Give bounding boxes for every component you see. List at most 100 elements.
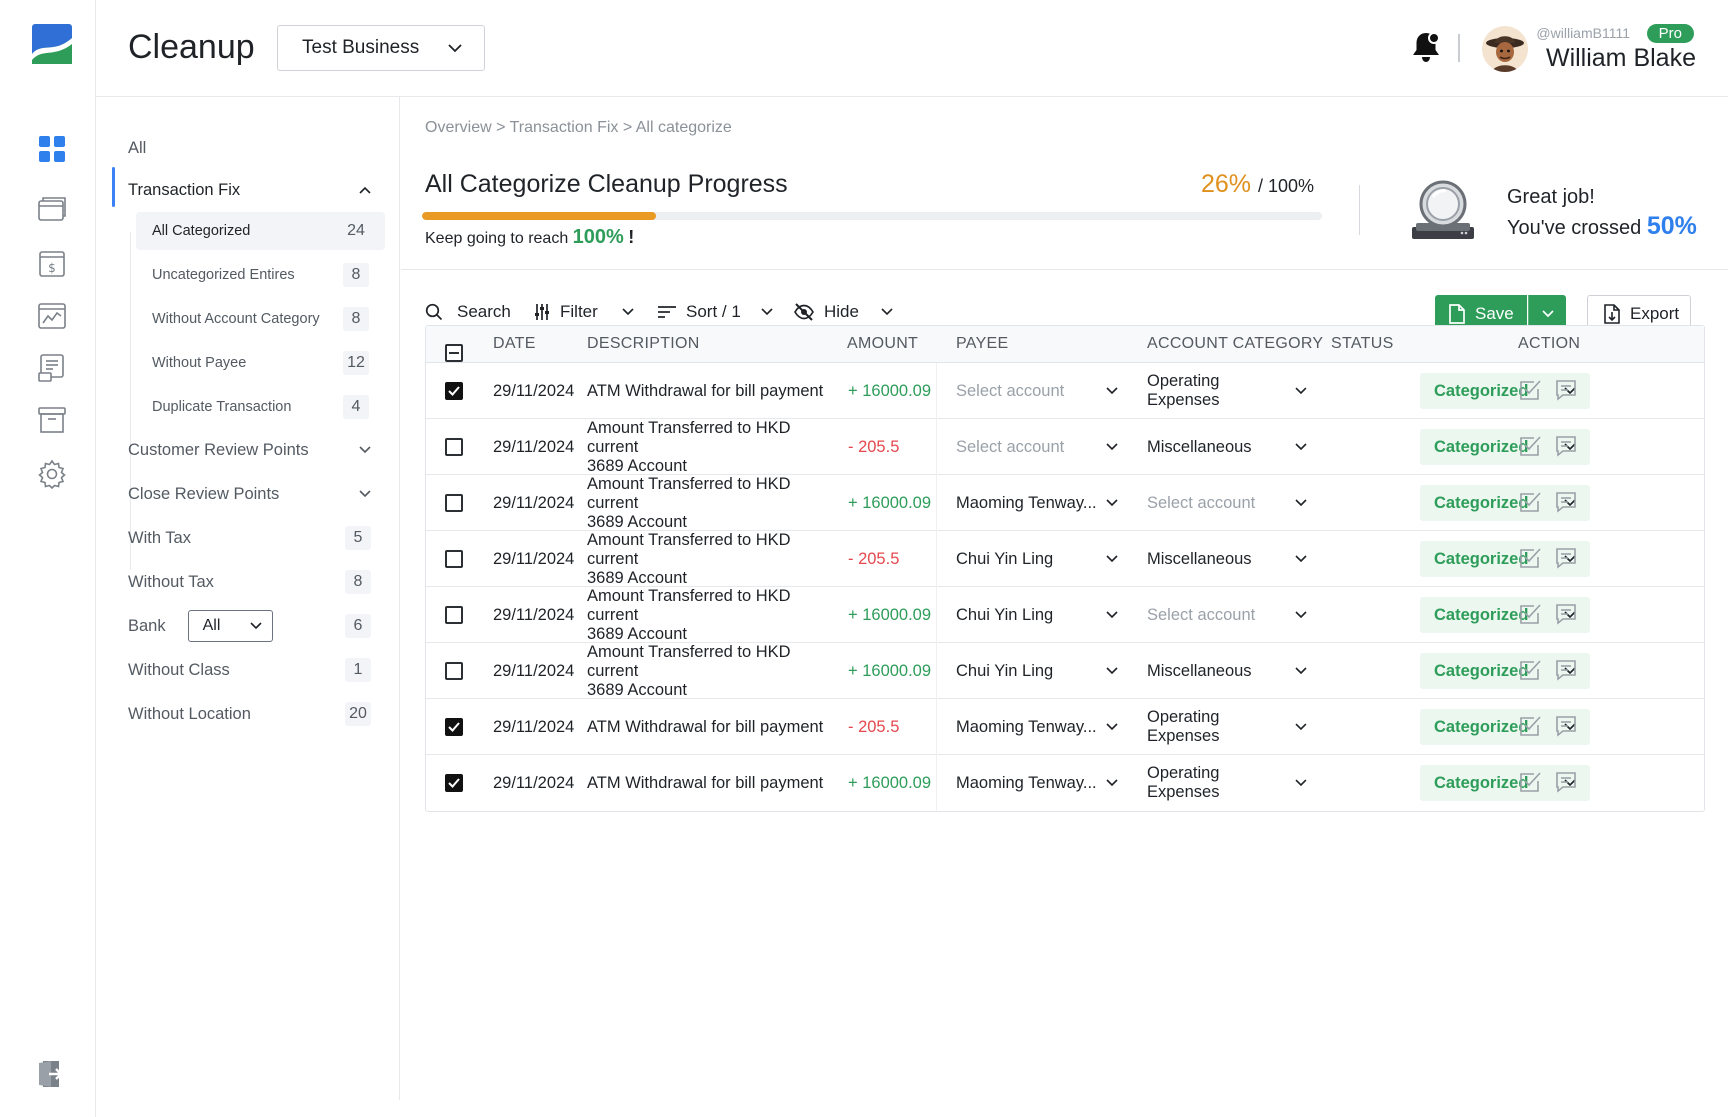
approve-icon[interactable]: [1518, 770, 1542, 794]
column-header-payee[interactable]: PAYEE: [956, 335, 1008, 353]
payee-select[interactable]: Select account: [956, 363, 1118, 419]
account-category-select[interactable]: Operating Expenses: [1147, 755, 1307, 811]
table-row[interactable]: 29/11/2024 ATM Withdrawal for bill payme…: [426, 363, 1704, 419]
comment-icon[interactable]: [1554, 602, 1578, 626]
sub-item-duplicate-transaction[interactable]: Duplicate Transaction 4: [136, 388, 385, 426]
table-row[interactable]: 29/11/2024 Amount Transferred to HKD cur…: [426, 587, 1704, 643]
account-category-select[interactable]: Miscellaneous: [1147, 419, 1307, 475]
payee-select-value: Chui Yin Ling: [956, 605, 1054, 624]
column-header-description[interactable]: DESCRIPTION: [587, 335, 700, 353]
archive-icon[interactable]: [36, 404, 68, 436]
chevron-down-icon: [1541, 310, 1554, 318]
nav-item-without-tax[interactable]: Without Tax 8: [128, 565, 371, 599]
approve-icon[interactable]: [1518, 378, 1542, 402]
progress-divider: [1359, 185, 1360, 235]
comment-icon[interactable]: [1554, 490, 1578, 514]
comment-icon[interactable]: [1554, 770, 1578, 794]
approve-icon[interactable]: [1518, 434, 1542, 458]
wallet-icon[interactable]: [36, 194, 68, 226]
table-row[interactable]: 29/11/2024 Amount Transferred to HKD cur…: [426, 643, 1704, 699]
hide-button[interactable]: Hide: [794, 297, 893, 327]
row-amount: + 16000.09: [848, 381, 932, 400]
row-checkbox[interactable]: [445, 662, 463, 680]
row-checkbox[interactable]: [445, 550, 463, 568]
row-checkbox[interactable]: [445, 718, 463, 736]
nav-item-close-review[interactable]: Close Review Points: [128, 477, 371, 511]
nav-item-without-location[interactable]: Without Location 20: [128, 697, 371, 731]
breadcrumb[interactable]: Overview > Transaction Fix > All categor…: [425, 119, 732, 137]
bank-select[interactable]: All: [187, 610, 273, 642]
nav-item-without-class[interactable]: Without Class 1: [128, 653, 371, 687]
approve-icon[interactable]: [1518, 714, 1542, 738]
nav-item-all[interactable]: All: [128, 131, 371, 165]
account-category-select[interactable]: Miscellaneous: [1147, 531, 1307, 587]
account-category-select[interactable]: Select account: [1147, 475, 1307, 531]
comment-icon[interactable]: [1554, 378, 1578, 402]
sub-item-without-payee[interactable]: Without Payee 12: [136, 344, 385, 382]
account-category-select[interactable]: Operating Expenses: [1147, 699, 1307, 755]
logout-icon[interactable]: [36, 1058, 68, 1090]
sub-item-all-categorized[interactable]: All Categorized 24: [136, 212, 385, 250]
chart-icon[interactable]: [36, 300, 68, 332]
row-checkbox[interactable]: [445, 606, 463, 624]
comment-icon[interactable]: [1554, 434, 1578, 458]
table-row[interactable]: 29/11/2024 Amount Transferred to HKD cur…: [426, 475, 1704, 531]
settings-icon[interactable]: [36, 458, 68, 490]
app-logo[interactable]: [32, 24, 72, 64]
payee-select[interactable]: Maoming Tenway...: [956, 475, 1118, 531]
nav-item-transaction-fix[interactable]: Transaction Fix: [128, 173, 371, 207]
table-row[interactable]: 29/11/2024 ATM Withdrawal for bill payme…: [426, 755, 1704, 811]
sort-button[interactable]: Sort / 1: [658, 297, 773, 327]
dashboard-icon[interactable]: [36, 133, 68, 165]
invoice-icon[interactable]: $: [36, 248, 68, 280]
comment-icon[interactable]: [1554, 714, 1578, 738]
search-button[interactable]: Search: [425, 297, 511, 327]
table-row[interactable]: 29/11/2024 ATM Withdrawal for bill payme…: [426, 699, 1704, 755]
column-header-amount[interactable]: AMOUNT: [847, 335, 918, 353]
payee-select[interactable]: Maoming Tenway...: [956, 755, 1118, 811]
payee-select[interactable]: Maoming Tenway...: [956, 699, 1118, 755]
approve-icon[interactable]: [1518, 658, 1542, 682]
approve-icon[interactable]: [1518, 490, 1542, 514]
row-checkbox[interactable]: [445, 494, 463, 512]
payee-select[interactable]: Chui Yin Ling: [956, 531, 1118, 587]
account-category-select[interactable]: Select account: [1147, 587, 1307, 643]
comment-icon[interactable]: [1554, 658, 1578, 682]
row-checkbox[interactable]: [445, 382, 463, 400]
row-checkbox[interactable]: [445, 774, 463, 792]
payee-select[interactable]: Chui Yin Ling: [956, 587, 1118, 643]
business-select[interactable]: Test Business: [277, 25, 485, 71]
column-header-date[interactable]: DATE: [493, 335, 536, 353]
chevron-down-icon: [1295, 779, 1307, 787]
user-handle: @williamB1111: [1536, 25, 1630, 41]
payee-select[interactable]: Select account: [956, 419, 1118, 475]
account-category-select[interactable]: Operating Expenses: [1147, 363, 1307, 419]
column-header-action: ACTION: [1518, 335, 1581, 352]
report-icon[interactable]: [36, 352, 68, 384]
chevron-down-icon: [1295, 611, 1307, 619]
approve-icon[interactable]: [1518, 602, 1542, 626]
comment-icon[interactable]: [1554, 546, 1578, 570]
nav-item-customer-review[interactable]: Customer Review Points: [128, 433, 371, 467]
sub-item-uncategorized[interactable]: Uncategorized Entires 8: [136, 256, 385, 294]
nav-item-label: Without Tax: [128, 572, 214, 591]
payee-select[interactable]: Chui Yin Ling: [956, 643, 1118, 699]
table-row[interactable]: 29/11/2024 Amount Transferred to HKD cur…: [426, 531, 1704, 587]
nav-item-bank[interactable]: Bank All 6: [128, 609, 371, 643]
row-checkbox[interactable]: [445, 438, 463, 456]
avatar[interactable]: [1482, 26, 1528, 72]
progress-bar: [422, 212, 1322, 220]
approve-icon[interactable]: [1518, 546, 1542, 570]
column-header-account-category[interactable]: ACCOUNT CATEGORY: [1147, 335, 1323, 353]
column-header-status[interactable]: STATUS: [1331, 335, 1394, 353]
business-select-value: Test Business: [302, 37, 420, 58]
bell-icon[interactable]: [1410, 30, 1442, 64]
account-category-select[interactable]: Miscellaneous: [1147, 643, 1307, 699]
table-header: DATE DESCRIPTION AMOUNT PAYEE ACCOUNT CA…: [426, 326, 1704, 363]
sub-item-without-account-category[interactable]: Without Account Category 8: [136, 300, 385, 338]
filter-button[interactable]: Filter: [534, 297, 634, 327]
account-category-value: Select account: [1147, 493, 1256, 512]
table-row[interactable]: 29/11/2024 Amount Transferred to HKD cur…: [426, 419, 1704, 475]
user-name[interactable]: William Blake: [1546, 44, 1696, 73]
nav-item-with-tax[interactable]: With Tax 5: [128, 521, 371, 555]
